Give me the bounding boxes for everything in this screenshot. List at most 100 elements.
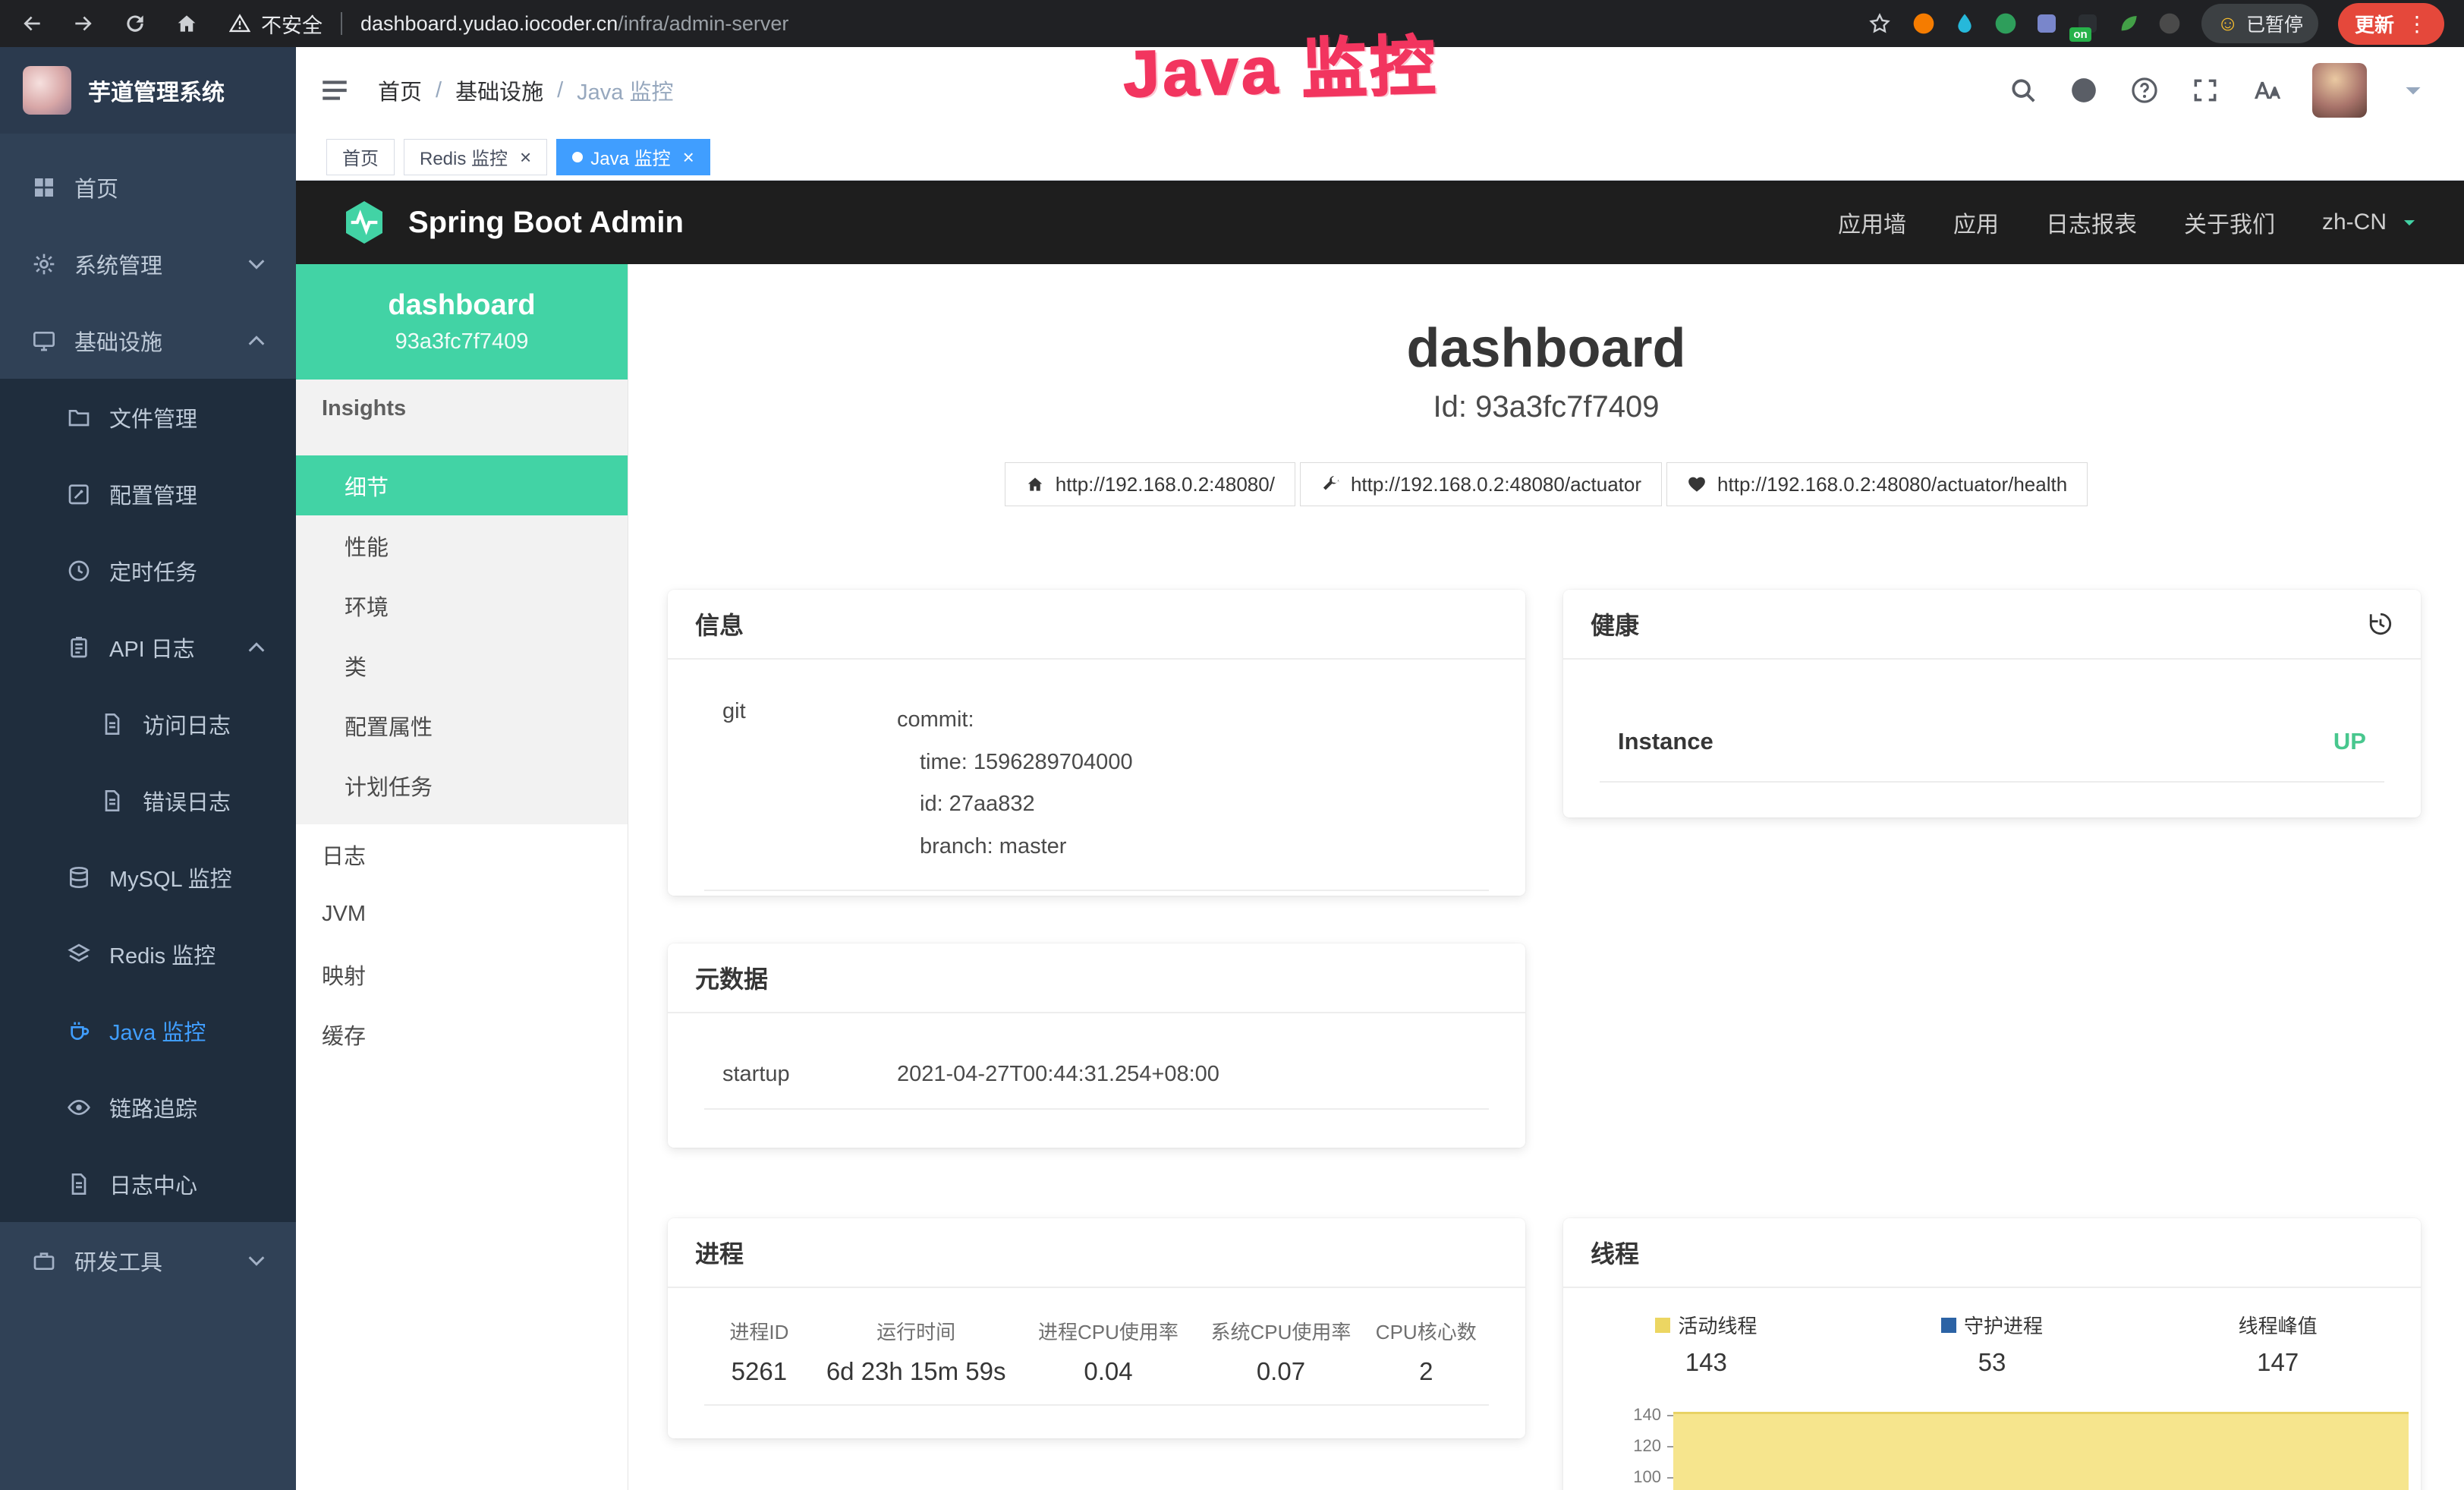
sba-menu-logs[interactable]: 日志 [296,824,628,884]
sidebar-item-system-management[interactable]: 系统管理 [0,225,296,302]
bookmark-star-icon[interactable] [1868,11,1892,36]
browser-update-button[interactable]: 更新 ⋮ [2338,3,2444,45]
breadcrumb-item[interactable]: 首页 [378,74,422,106]
sba-navbar: Spring Boot Admin 应用墙 应用 日志报表 关于我们 zh-CN [296,181,2464,264]
paused-extension-badge[interactable]: ☺ 已暂停 [2201,4,2318,43]
sidebar-item-infrastructure[interactable]: 基础设施 [0,302,296,379]
tools-icon [32,1249,56,1273]
database-icon [67,865,91,890]
avatar[interactable] [2312,63,2367,118]
tampermonkey-extension-icon[interactable]: on [2075,11,2100,36]
sba-menu-details[interactable]: 细节 [296,455,628,515]
tag-java-monitor[interactable]: Java 监控× [556,139,710,175]
sidebar-item-log-center[interactable]: 日志中心 [0,1145,296,1222]
sidebar-item-java-monitor[interactable]: Java 监控 [0,992,296,1069]
legend-label: 活动线程 [1678,1311,1757,1339]
threads-chart: 140120100 [1673,1406,2409,1490]
sba-menu-caches[interactable]: 缓存 [296,1004,628,1064]
legend-active-threads: 活动线程 143 [1563,1311,1849,1377]
browser-home-icon[interactable] [175,11,199,36]
health-instance-row[interactable]: Instance UP [1600,660,2384,783]
metadata-key: startup [722,1062,897,1087]
chevron-up-icon [244,329,269,353]
sidebar-item-file-management[interactable]: 文件管理 [0,379,296,455]
locale-label: zh-CN [2322,209,2387,235]
locale-select[interactable]: zh-CN [2322,209,2420,235]
sidebar-item-dev-tools[interactable]: 研发工具 [0,1222,296,1299]
sidebar-item-redis-monitor[interactable]: Redis 监控 [0,915,296,992]
grid-extension-icon[interactable] [2034,11,2059,36]
breadcrumb-item[interactable]: 基础设施 [455,74,543,106]
kebab-menu-icon[interactable]: ⋮ [2406,11,2428,36]
browser-forward-icon[interactable] [71,11,96,36]
link-root-url[interactable]: http://192.168.0.2:48080/ [1005,462,1295,506]
info-card-header: 信息 [668,590,1525,660]
colorpick-extension-icon[interactable] [1953,11,1977,36]
avatar-caret-down-icon[interactable] [2399,76,2428,105]
browser-refresh-icon[interactable] [123,11,147,36]
sidebar-item-label: Redis 监控 [109,938,216,970]
help-icon[interactable] [2130,76,2159,105]
sba-nav-journal[interactable]: 日志报表 [2046,206,2137,239]
sidebar-item-tracing[interactable]: 链路追踪 [0,1069,296,1145]
threads-card-title: 线程 [1591,1235,1639,1270]
address-bar[interactable]: 不安全 dashboard.yudao.iocoder.cn/infra/adm… [229,9,788,39]
security-label: 不安全 [261,9,323,39]
updraft-extension-icon[interactable] [1994,11,2018,36]
sidebar-item-api-logs[interactable]: API 日志 [0,609,296,685]
doc-icon [100,712,124,736]
sba-menu-group: 细节性能环境类配置属性计划任务 [296,437,628,824]
tag-label: Redis 监控 [420,143,508,170]
eye-icon [67,1095,91,1120]
sidebar-item-home[interactable]: 首页 [0,149,296,225]
tag-home[interactable]: 首页 [326,139,395,175]
sba-menu-mappings[interactable]: 映射 [296,944,628,1004]
sidebar-item-access-logs[interactable]: 访问日志 [0,685,296,762]
sba-nav-applications[interactable]: 应用 [1953,206,1999,239]
tag-close-icon[interactable]: × [520,147,531,167]
history-icon[interactable] [2368,611,2393,637]
health-card-title: 健康 [1591,606,1639,641]
search-icon[interactable] [2009,76,2038,105]
sidebar-item-error-logs[interactable]: 错误日志 [0,762,296,839]
health-card-header: 健康 [1563,590,2421,660]
app-logo[interactable]: 芋道管理系统 [0,47,296,134]
app-header: 首页/基础设施/Java 监控 [296,47,2464,134]
sidebar-item-scheduled-jobs[interactable]: 定时任务 [0,532,296,609]
sba-brand[interactable]: Spring Boot Admin [408,206,684,240]
sba-menu-jvm[interactable]: JVM [296,884,628,944]
edit-icon [67,482,91,506]
leaf-extension-icon[interactable] [2116,11,2141,36]
process-card-title: 进程 [695,1235,744,1270]
hamburger-icon[interactable] [319,74,351,106]
sba-menu-scheduled-tasks[interactable]: 计划任务 [296,755,628,815]
sidebar-item-mysql-monitor[interactable]: MySQL 监控 [0,839,296,915]
font-size-icon[interactable] [2252,76,2280,105]
puzzle-extension-icon[interactable] [2157,11,2182,36]
sidebar-item-config-management[interactable]: 配置管理 [0,455,296,532]
fullscreen-icon[interactable] [2191,76,2220,105]
lighthouse-extension-icon[interactable] [1912,11,1936,36]
sba-nav-about[interactable]: 关于我们 [2184,206,2275,239]
legend-peak-threads: 线程峰值147 [2135,1311,2421,1377]
info-git-row: git commit:time: 1596289704000id: 27aa83… [704,660,1489,891]
tag-redis-monitor[interactable]: Redis 监控 × [404,139,547,175]
legend-swatch [1655,1318,1670,1333]
sba-menu-environment[interactable]: 环境 [296,575,628,635]
sba-menu-classes[interactable]: 类 [296,635,628,695]
sba-menu-metrics[interactable]: 性能 [296,515,628,575]
sba-menu-root: 日志JVM映射缓存 [296,824,628,1064]
sidebar-item-label: 错误日志 [143,785,231,817]
github-icon[interactable] [2069,76,2098,105]
legend-value: 143 [1685,1348,1727,1377]
sba-menu-config-properties[interactable]: 配置属性 [296,695,628,755]
link-actuator-url[interactable]: http://192.168.0.2:48080/actuator [1300,462,1662,506]
link-health-url[interactable]: http://192.168.0.2:48080/actuator/health [1666,462,2088,506]
home-icon [1025,474,1045,494]
browser-nav-buttons [20,11,199,36]
sba-sidebar: dashboard 93a3fc7f7409 Insights 细节性能环境类配… [296,264,628,1490]
tag-close-icon[interactable]: × [683,147,694,167]
browser-back-icon[interactable] [20,11,44,36]
sba-nav-wallboard[interactable]: 应用墙 [1838,206,1906,239]
instance-header[interactable]: dashboard 93a3fc7f7409 [296,264,628,380]
